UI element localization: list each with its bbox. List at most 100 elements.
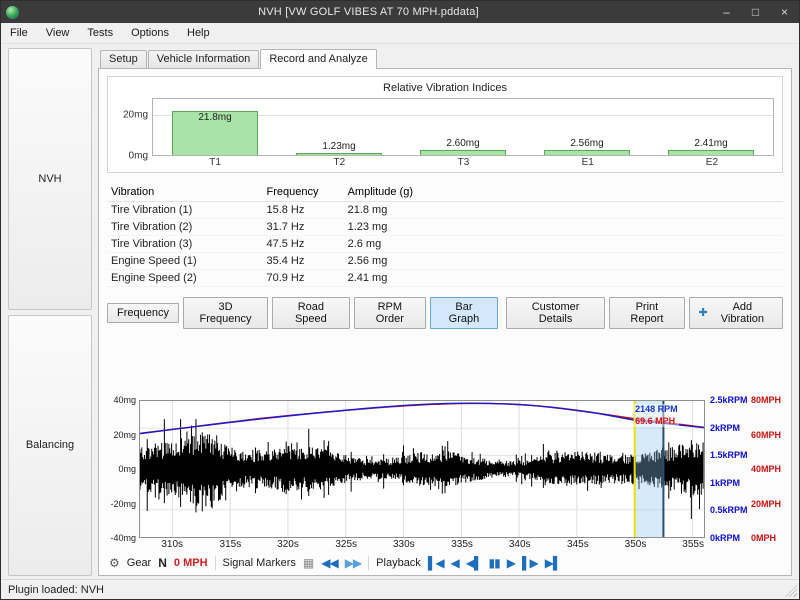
- wave-x-axis: 310s 315s 320s 325s 330s 335s 340s 345s …: [140, 538, 705, 551]
- step-back-icon[interactable]: ◀: [451, 557, 459, 569]
- category-label: E2: [650, 157, 774, 168]
- x-tick: 320s: [277, 539, 299, 550]
- tab-setup[interactable]: Setup: [100, 50, 147, 68]
- table-row[interactable]: Engine Speed (1) 35.4 Hz 2.56 mg: [107, 253, 783, 270]
- vibration-bar: [420, 150, 507, 155]
- sidebar-item-label: NVH: [38, 173, 61, 185]
- menu-options[interactable]: Options: [122, 23, 178, 43]
- gear-value: N: [158, 556, 167, 570]
- app-window: NVH [VW GOLF VIBES AT 70 MPH.pddata] – □…: [0, 0, 800, 600]
- mph-tick: 0MPH: [751, 533, 776, 543]
- title-bar: NVH [VW GOLF VIBES AT 70 MPH.pddata] – □…: [1, 1, 799, 23]
- minimize-button[interactable]: –: [712, 1, 741, 23]
- sidebar-item-balancing[interactable]: Balancing: [8, 315, 92, 577]
- cursor-readout: 2148 RPM 69.6 MPH: [634, 404, 679, 427]
- x-tick: 310s: [161, 539, 183, 550]
- sidebar-item-nvh[interactable]: NVH: [8, 48, 92, 310]
- wave-y-axis-mg: 40mg 20mg 0mg -20mg -40mg: [107, 400, 139, 538]
- window-title: NVH [VW GOLF VIBES AT 70 MPH.pddata]: [25, 6, 712, 18]
- category-label: T1: [153, 157, 277, 168]
- sidebar: NVH Balancing: [8, 48, 92, 576]
- main-area: Setup Vehicle Information Record and Ana…: [98, 48, 792, 576]
- bar-value-label: 2.41mg: [649, 138, 773, 149]
- table-row[interactable]: Tire Vibration (1) 15.8 Hz 21.8 mg: [107, 202, 783, 219]
- play-icon[interactable]: ▶: [507, 557, 515, 569]
- signal-markers-label: Signal Markers: [223, 557, 296, 569]
- separator: [215, 556, 216, 570]
- x-tick: 350s: [625, 539, 647, 550]
- gear-label: Gear: [127, 557, 151, 569]
- maximize-button[interactable]: □: [741, 1, 770, 23]
- bar-column: 2.41mg: [649, 99, 773, 155]
- add-vibration-button[interactable]: ✚ Add Vibration: [689, 297, 783, 329]
- bar-value-label: 1.23mg: [277, 141, 401, 152]
- frame-back-icon[interactable]: ◀▌: [466, 557, 482, 569]
- previous-marker-icon[interactable]: ◀◀: [321, 557, 337, 569]
- table-row[interactable]: Engine Speed (2) 70.9 Hz 2.41 mg: [107, 270, 783, 287]
- x-tick: 355s: [682, 539, 704, 550]
- marker-grid-icon[interactable]: ▦: [303, 556, 314, 570]
- x-tick: 315s: [220, 539, 242, 550]
- waveform-svg[interactable]: [140, 401, 704, 537]
- y-tick: 0mg: [118, 464, 136, 474]
- skip-start-icon[interactable]: ▌◀: [428, 557, 444, 569]
- menu-help[interactable]: Help: [178, 23, 219, 43]
- print-report-button[interactable]: Print Report: [609, 297, 684, 329]
- skip-end-icon[interactable]: ▶▌: [545, 557, 561, 569]
- waveform-plot[interactable]: 2148 RPM 69.6 MPH: [139, 400, 705, 538]
- resize-grip-icon[interactable]: [785, 585, 797, 597]
- bar-graph-button[interactable]: Bar Graph: [430, 297, 498, 329]
- window-body: NVH Balancing Setup Vehicle Information …: [1, 44, 799, 579]
- rpm-tick: 2kRPM: [710, 423, 740, 433]
- y-tick: -40mg: [110, 533, 136, 543]
- bar-column: 21.8mg: [153, 99, 277, 155]
- tab-record-and-analyze[interactable]: Record and Analyze: [260, 49, 376, 69]
- status-text: Plugin loaded: NVH: [8, 584, 104, 596]
- vibration-bar: [296, 153, 383, 155]
- vibration-table: Vibration Frequency Amplitude (g) Tire V…: [107, 182, 783, 287]
- frequency-button[interactable]: Frequency: [107, 303, 179, 323]
- close-button[interactable]: ×: [770, 1, 799, 23]
- vibration-indices-chart: Relative Vibration Indices 20mg 0mg 21.8…: [107, 76, 783, 173]
- cursor-rpm-value: 2148 RPM: [635, 404, 678, 416]
- table-row[interactable]: Tire Vibration (2) 31.7 Hz 1.23 mg: [107, 219, 783, 236]
- y-tick: 20mg: [123, 109, 148, 120]
- menu-file[interactable]: File: [1, 23, 37, 43]
- app-icon[interactable]: [6, 6, 19, 19]
- wave-y-axis-rpm-mph: 2.5kRPM 2kRPM 1.5kRPM 1kRPM 0.5kRPM 0kRP…: [705, 400, 783, 538]
- 3d-frequency-button[interactable]: 3D Frequency: [183, 297, 268, 329]
- sidebar-item-label: Balancing: [26, 439, 74, 451]
- frame-forward-icon[interactable]: ▌▶: [522, 557, 538, 569]
- y-tick: 40mg: [113, 395, 136, 405]
- view-toolbar: Frequency 3D Frequency Road Speed RPM Or…: [107, 297, 783, 329]
- category-label: T2: [277, 157, 401, 168]
- column-header-vibration: Vibration: [107, 182, 262, 202]
- vibration-bar: [544, 150, 631, 155]
- rpm-tick: 0.5kRPM: [710, 505, 748, 515]
- rpm-tick: 0kRPM: [710, 533, 740, 543]
- next-marker-icon[interactable]: ▶▶: [345, 557, 361, 569]
- status-bar: Plugin loaded: NVH: [1, 579, 799, 599]
- menu-tests[interactable]: Tests: [78, 23, 122, 43]
- menu-view[interactable]: View: [37, 23, 79, 43]
- tab-bar: Setup Vehicle Information Record and Ana…: [98, 48, 792, 68]
- x-tick: 330s: [393, 539, 415, 550]
- pause-icon[interactable]: ▮▮: [489, 557, 500, 569]
- cursor-mph-value: 69.6 MPH: [635, 416, 678, 428]
- road-speed-button[interactable]: Road Speed: [272, 297, 350, 329]
- bar-chart-categories: T1 T2 T3 E1 E2: [153, 156, 774, 168]
- current-speed: 0 MPH: [174, 557, 208, 569]
- rpm-order-button[interactable]: RPM Order: [354, 297, 426, 329]
- bar-value-label: 2.60mg: [401, 138, 525, 149]
- table-row[interactable]: Tire Vibration (3) 47.5 Hz 2.6 mg: [107, 236, 783, 253]
- bar-chart-plot: 21.8mg 1.23mg 2.60mg: [152, 98, 774, 156]
- y-tick: -20mg: [110, 499, 136, 509]
- mph-tick: 60MPH: [751, 430, 781, 440]
- table-header-row: Vibration Frequency Amplitude (g): [107, 182, 783, 202]
- separator: [368, 556, 369, 570]
- column-header-amplitude: Amplitude (g): [344, 182, 783, 202]
- tab-vehicle-information[interactable]: Vehicle Information: [148, 50, 260, 68]
- column-header-frequency: Frequency: [262, 182, 343, 202]
- customer-details-button[interactable]: Customer Details: [506, 297, 605, 329]
- tab-page-record-and-analyze: Relative Vibration Indices 20mg 0mg 21.8…: [98, 68, 792, 576]
